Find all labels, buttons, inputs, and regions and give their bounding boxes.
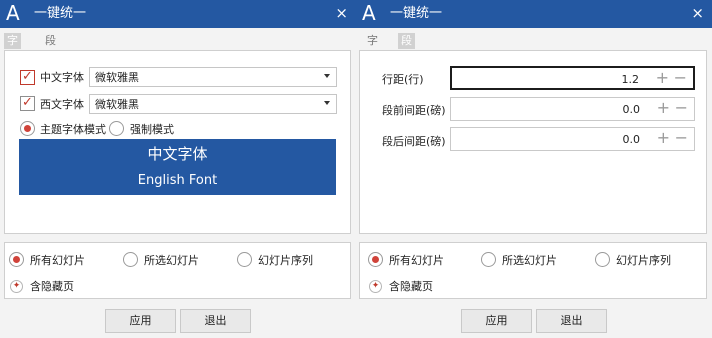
exit-button[interactable]: 退出 — [180, 309, 251, 333]
west-font-select[interactable]: 微软雅黑 — [89, 94, 337, 114]
title-bar: A 一键统一 × — [356, 0, 712, 28]
space-before-value[interactable]: 0.0 — [623, 102, 641, 117]
preview-en-text: English Font — [137, 173, 218, 188]
close-icon[interactable]: × — [691, 5, 704, 21]
plus-icon[interactable]: + — [657, 129, 670, 147]
include-hidden-label: 含隐藏页 — [30, 280, 74, 293]
selected-slides-radio[interactable] — [123, 252, 138, 267]
app-logo-icon: A — [362, 1, 376, 25]
selected-slides-radio[interactable] — [481, 252, 496, 267]
space-after-label: 段后间距(磅) — [382, 135, 446, 148]
cn-font-checkbox[interactable]: ✓ — [20, 69, 35, 85]
force-mode-label: 强制模式 — [130, 123, 174, 136]
space-before-label: 段前间距(磅) — [382, 104, 446, 117]
title-bar: A 一键统一 × — [0, 0, 356, 28]
minus-icon[interactable]: − — [675, 99, 688, 117]
preview-cn-text: 中文字体 — [147, 145, 208, 163]
minus-icon[interactable]: − — [674, 69, 687, 87]
slide-sequence-label: 幻灯片序列 — [258, 254, 313, 267]
slide-sequence-radio[interactable] — [595, 252, 610, 267]
font-dialog: A 一键统一 × 字体 段落 ✓ 中文字体 微软雅黑 ✓ 西文字体 微软雅黑 主… — [0, 0, 356, 338]
check-icon: ✓ — [22, 95, 33, 110]
window-title: 一键统一 — [34, 6, 87, 21]
all-slides-radio[interactable] — [9, 252, 24, 267]
cn-font-label: 中文字体 — [40, 71, 84, 84]
tab-paragraph[interactable]: 段落 — [398, 33, 415, 63]
space-before-stepper[interactable]: 0.0 + − — [450, 97, 695, 121]
slide-sequence-label: 幻灯片序列 — [616, 254, 671, 267]
paragraph-settings-box: 行距(行) 1.2 + − 段前间距(磅) 0.0 + − 段后间距(磅) 0.… — [359, 50, 707, 234]
scope-box: 所有幻灯片 所选幻灯片 幻灯片序列 ✦ 含隐藏页 — [4, 242, 351, 299]
theme-mode-label: 主题字体模式 — [40, 123, 106, 136]
check-icon: ✓ — [22, 69, 33, 84]
include-hidden-label: 含隐藏页 — [389, 280, 433, 293]
cn-font-value: 微软雅黑 — [95, 71, 139, 84]
line-spacing-label: 行距(行) — [382, 73, 424, 86]
paragraph-dialog: A 一键统一 × 字体 段落 行距(行) 1.2 + − 段前间距(磅) 0.0… — [356, 0, 712, 338]
plus-icon[interactable]: + — [656, 69, 669, 87]
west-font-checkbox[interactable]: ✓ — [20, 95, 35, 111]
tab-font[interactable]: 字体 — [4, 33, 21, 63]
theme-mode-radio[interactable] — [20, 121, 35, 136]
apply-button[interactable]: 应用 — [105, 309, 176, 333]
all-slides-label: 所有幻灯片 — [30, 254, 85, 267]
pin-icon[interactable]: ✦ — [10, 280, 23, 293]
space-after-stepper[interactable]: 0.0 + − — [450, 127, 695, 151]
chevron-down-icon — [324, 74, 330, 78]
font-preview: 中文字体 English Font — [19, 139, 336, 195]
apply-button[interactable]: 应用 — [461, 309, 532, 333]
selected-slides-label: 所选幻灯片 — [144, 254, 199, 267]
all-slides-label: 所有幻灯片 — [389, 254, 444, 267]
slide-sequence-radio[interactable] — [237, 252, 252, 267]
pin-icon[interactable]: ✦ — [369, 280, 382, 293]
west-font-label: 西文字体 — [40, 98, 84, 111]
west-font-value: 微软雅黑 — [95, 98, 139, 111]
plus-icon[interactable]: + — [657, 99, 670, 117]
all-slides-radio[interactable] — [368, 252, 383, 267]
selected-slides-label: 所选幻灯片 — [502, 254, 557, 267]
chevron-down-icon — [324, 101, 330, 105]
line-spacing-value[interactable]: 1.2 — [622, 72, 640, 87]
space-after-value[interactable]: 0.0 — [623, 132, 641, 147]
minus-icon[interactable]: − — [675, 129, 688, 147]
cn-font-select[interactable]: 微软雅黑 — [89, 67, 337, 87]
scope-box: 所有幻灯片 所选幻灯片 幻灯片序列 ✦ 含隐藏页 — [359, 242, 707, 299]
window-title: 一键统一 — [390, 6, 443, 21]
close-icon[interactable]: × — [335, 5, 348, 21]
exit-button[interactable]: 退出 — [536, 309, 607, 333]
line-spacing-stepper[interactable]: 1.2 + − — [450, 66, 695, 90]
tab-font[interactable]: 字体 — [364, 33, 381, 63]
app-logo-icon: A — [6, 1, 20, 25]
tab-paragraph[interactable]: 段落 — [42, 33, 59, 63]
force-mode-radio[interactable] — [109, 121, 124, 136]
